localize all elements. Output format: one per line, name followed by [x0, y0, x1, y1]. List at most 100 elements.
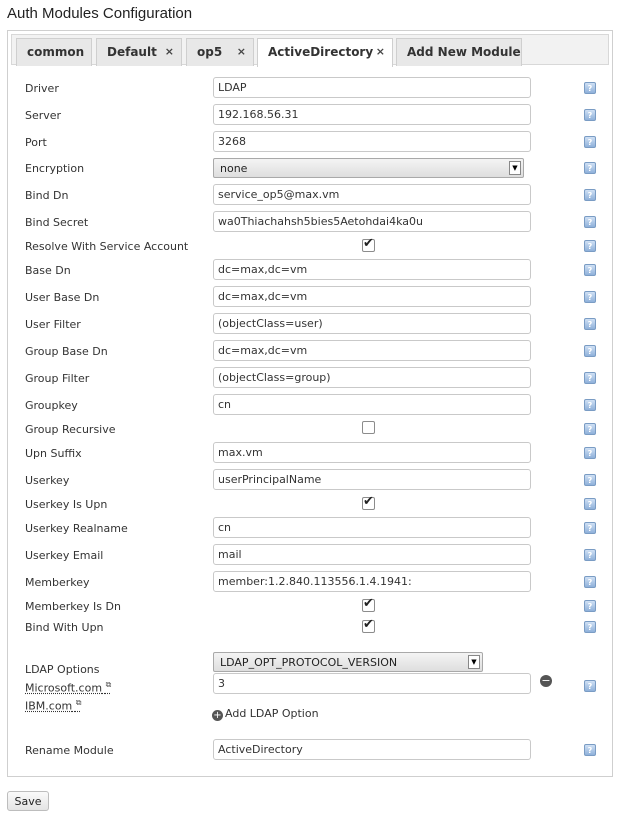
help-icon[interactable]: ?	[584, 498, 596, 510]
port-label: Port	[25, 136, 47, 149]
group-filter-field[interactable]	[213, 367, 531, 388]
help-icon[interactable]: ?	[584, 291, 596, 303]
groupkey-field[interactable]	[213, 394, 531, 415]
resolve-with-service-account-label: Resolve With Service Account	[25, 240, 189, 253]
userkey-is-upn-checkbox[interactable]	[362, 494, 375, 510]
help-icon[interactable]: ?	[584, 447, 596, 459]
help-icon[interactable]: ?	[584, 621, 596, 633]
tab-common[interactable]: common	[16, 38, 92, 66]
group-base-dn-field[interactable]	[213, 340, 531, 361]
bind-with-upn-checkbox[interactable]	[362, 617, 375, 633]
add-ldap-option-label: Add LDAP Option	[225, 707, 319, 720]
upn-suffix-label: Upn Suffix	[25, 447, 82, 460]
microsoft-link[interactable]: Microsoft.com ⧉	[25, 680, 111, 695]
ldap-options-label: LDAP Options	[25, 663, 100, 676]
tab-add-new-module[interactable]: Add New Module	[396, 38, 522, 66]
help-icon[interactable]: ?	[584, 189, 596, 201]
userkey-is-upn-label: Userkey Is Upn	[25, 498, 108, 511]
group-recursive-label: Group Recursive	[25, 423, 116, 436]
ldap-option-select[interactable]: LDAP_OPT_PROTOCOL_VERSION ▼	[213, 652, 483, 672]
help-icon[interactable]: ?	[584, 372, 596, 384]
page-title: Auth Modules Configuration	[7, 5, 193, 22]
tab-label: Add New Module	[407, 45, 521, 59]
group-recursive-checkbox[interactable]	[362, 421, 375, 434]
bind-dn-field[interactable]	[213, 184, 531, 205]
userkey-realname-label: Userkey Realname	[25, 522, 128, 535]
encryption-label: Encryption	[25, 162, 85, 175]
base-dn-label: Base Dn	[25, 264, 71, 277]
help-icon[interactable]: ?	[584, 399, 596, 411]
help-icon[interactable]: ?	[584, 136, 596, 148]
help-icon[interactable]: ?	[584, 264, 596, 276]
tab-label: Default	[107, 45, 157, 59]
help-icon[interactable]: ?	[584, 109, 596, 121]
chevron-down-icon: ▼	[509, 161, 521, 175]
help-icon[interactable]: ?	[584, 680, 596, 692]
close-icon[interactable]: ×	[165, 39, 174, 65]
memberkey-label: Memberkey	[25, 576, 90, 589]
close-icon[interactable]: ×	[237, 39, 246, 65]
group-filter-label: Group Filter	[25, 372, 90, 385]
user-filter-label: User Filter	[25, 318, 81, 331]
module-panel: common Default × op5 × ActiveDirectory ×…	[7, 30, 613, 777]
add-ldap-option-button[interactable]: + Add LDAP Option	[212, 707, 319, 721]
help-icon[interactable]: ?	[584, 744, 596, 756]
memberkey-is-dn-checkbox[interactable]	[362, 596, 375, 612]
help-icon[interactable]: ?	[584, 162, 596, 174]
memberkey-field[interactable]	[213, 571, 531, 592]
base-dn-field[interactable]	[213, 259, 531, 280]
server-field[interactable]	[213, 104, 531, 125]
encryption-value: none	[220, 162, 248, 175]
help-icon[interactable]: ?	[584, 522, 596, 534]
help-icon[interactable]: ?	[584, 318, 596, 330]
userkey-email-field[interactable]	[213, 544, 531, 565]
encryption-select[interactable]: none ▼	[213, 158, 524, 178]
tab-label: op5	[197, 45, 223, 59]
tab-default[interactable]: Default ×	[96, 38, 182, 66]
tab-op5[interactable]: op5 ×	[186, 38, 254, 66]
microsoft-link-label: Microsoft.com	[25, 681, 103, 695]
help-icon[interactable]: ?	[584, 423, 596, 435]
userkey-field[interactable]	[213, 469, 531, 490]
close-icon[interactable]: ×	[376, 39, 385, 65]
save-button[interactable]: Save	[7, 791, 49, 811]
resolve-with-service-account-checkbox[interactable]	[362, 236, 375, 252]
chevron-down-icon: ▼	[468, 655, 480, 669]
userkey-email-label: Userkey Email	[25, 549, 104, 562]
help-icon[interactable]: ?	[584, 600, 596, 612]
ibm-link-label: IBM.com	[25, 699, 73, 713]
help-icon[interactable]: ?	[584, 240, 596, 252]
tab-bar: common Default × op5 × ActiveDirectory ×…	[11, 34, 609, 67]
driver-label: Driver	[25, 82, 59, 95]
help-icon[interactable]: ?	[584, 82, 596, 94]
server-label: Server	[25, 109, 62, 122]
bind-secret-field[interactable]	[213, 211, 531, 232]
external-link-icon: ⧉	[75, 698, 82, 707]
memberkey-is-dn-label: Memberkey Is Dn	[25, 600, 121, 613]
port-field[interactable]	[213, 131, 531, 152]
ldap-option-name: LDAP_OPT_PROTOCOL_VERSION	[220, 656, 398, 669]
driver-field[interactable]	[213, 77, 531, 98]
group-base-dn-label: Group Base Dn	[25, 345, 108, 358]
upn-suffix-field[interactable]	[213, 442, 531, 463]
rename-module-label: Rename Module	[25, 744, 114, 757]
help-icon[interactable]: ?	[584, 474, 596, 486]
remove-option-icon[interactable]: −	[540, 675, 552, 687]
ldap-option-value-field[interactable]	[213, 673, 531, 694]
tab-label: common	[27, 45, 85, 59]
help-icon[interactable]: ?	[584, 576, 596, 588]
userkey-label: Userkey	[25, 474, 70, 487]
help-icon[interactable]: ?	[584, 345, 596, 357]
bind-dn-label: Bind Dn	[25, 189, 69, 202]
ibm-link[interactable]: IBM.com ⧉	[25, 698, 82, 713]
userkey-realname-field[interactable]	[213, 517, 531, 538]
tab-activedirectory[interactable]: ActiveDirectory ×	[257, 38, 393, 67]
help-icon[interactable]: ?	[584, 216, 596, 228]
groupkey-label: Groupkey	[25, 399, 78, 412]
user-filter-field[interactable]	[213, 313, 531, 334]
user-base-dn-field[interactable]	[213, 286, 531, 307]
external-link-icon: ⧉	[105, 680, 112, 689]
user-base-dn-label: User Base Dn	[25, 291, 100, 304]
rename-module-field[interactable]	[213, 739, 531, 760]
help-icon[interactable]: ?	[584, 549, 596, 561]
